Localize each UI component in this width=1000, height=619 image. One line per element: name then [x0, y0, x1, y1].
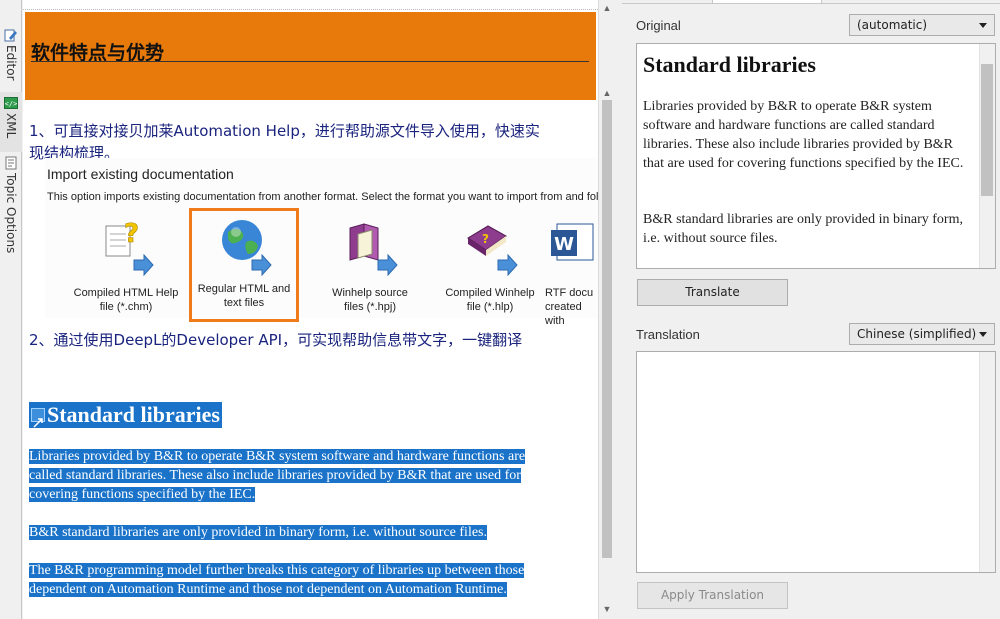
format-html-selected: Regular HTML and text files — [189, 208, 299, 322]
format-html-line1: Regular HTML and — [197, 283, 291, 295]
tab-topic-options[interactable]: Topic Options — [0, 152, 22, 253]
editor-scroll-thumb[interactable] — [602, 100, 612, 558]
feature-1-line-1: 1、可直接对接贝加莱Automation Help，进行帮助源文件导入使用，快速… — [29, 122, 540, 140]
import-title: Import existing documentation — [47, 166, 234, 182]
app-window: Editor </> XML Topic Options 软件特点与优势 1、可… — [0, 0, 1000, 619]
para3-line: The B&R programming model further breaks… — [29, 563, 525, 578]
translation-panel: Original (automatic) Standard libraries … — [622, 0, 1000, 619]
svg-text:?: ? — [482, 232, 489, 246]
original-scrollbar[interactable] — [979, 44, 995, 268]
para1-line: Libraries provided by B&R to operate B&R… — [29, 449, 526, 464]
translation-language-select[interactable]: Chinese (simplified) — [849, 323, 995, 345]
format-chm: ? Compiled HTML Help file (*.chm) — [71, 216, 181, 314]
svg-text:</>: </> — [5, 100, 18, 108]
selected-paragraph-2[interactable]: B&R standard libraries are only provided… — [29, 523, 574, 542]
format-chm-line2: file (*.chm) — [99, 301, 153, 313]
editor-scrollbar[interactable]: ▲ ▲ ▼ — [598, 0, 614, 619]
original-scroll-thumb[interactable] — [981, 64, 993, 196]
edit-icon — [4, 29, 17, 42]
chevron-down-icon — [979, 23, 987, 28]
para3-line: dependent on Automation Runtime and thos… — [29, 582, 507, 597]
tab-editor-label: Editor — [4, 45, 18, 81]
format-hpj: Winhelp source files (*.hpj) — [315, 216, 425, 314]
selected-paragraph-3[interactable]: The B&R programming model further breaks… — [29, 561, 574, 599]
format-chm-line1: Compiled HTML Help — [73, 287, 179, 299]
chevron-down-icon — [979, 332, 987, 337]
translation-textbox[interactable] — [636, 351, 996, 573]
para1-line: called standard libraries. These also in… — [29, 468, 521, 483]
scroll-up-small-icon[interactable]: ▲ — [602, 88, 612, 98]
para1-line: covering functions specified by the IEC. — [29, 487, 256, 502]
translation-language-value: Chinese (simplified) — [857, 327, 977, 341]
word-icon: W — [551, 223, 594, 261]
format-rtf-line2: created with — [545, 301, 582, 327]
import-arrow-icon — [497, 254, 518, 276]
editor-top-border — [23, 0, 598, 10]
original-label: Original — [636, 18, 681, 33]
format-rtf: W RTF docu created with — [543, 216, 598, 328]
tab-editor[interactable]: Editor — [0, 24, 22, 81]
import-arrow-icon — [377, 254, 398, 276]
format-hpj-line1: Winhelp source — [332, 287, 408, 299]
feature-2-line: 2、通过使用DeepL的Developer API，可实现帮助信息带文字，一键翻… — [29, 331, 523, 349]
original-heading: Standard libraries — [643, 52, 816, 77]
format-hpj-line2: files (*.hpj) — [344, 301, 396, 313]
import-arrow-icon — [133, 254, 154, 276]
import-arrow-icon — [251, 254, 272, 276]
selected-heading-text: Standard libraries — [47, 402, 220, 427]
scroll-up-icon[interactable]: ▲ — [602, 3, 612, 13]
svg-text:W: W — [554, 234, 574, 255]
translate-button[interactable]: Translate — [637, 279, 788, 306]
selected-paragraph-1[interactable]: Libraries provided by B&R to operate B&R… — [29, 447, 574, 504]
tab-xml[interactable]: </> XML — [0, 92, 22, 152]
scroll-down-icon[interactable]: ▼ — [602, 604, 612, 614]
xml-icon: </> — [4, 97, 18, 109]
format-hlp: ? Compiled Winhelp file (*.hlp) — [435, 216, 545, 314]
format-rtf-line1: RTF docu — [545, 287, 594, 299]
topic-link-icon — [31, 408, 45, 428]
side-tab-strip: Editor </> XML Topic Options — [0, 0, 22, 619]
tab-topic-options-label: Topic Options — [4, 173, 18, 254]
banner-divider — [31, 61, 589, 62]
topic-options-icon — [5, 156, 17, 170]
tab-xml-label: XML — [4, 113, 18, 139]
document-editor[interactable]: 软件特点与优势 1、可直接对接贝加莱Automation Help，进行帮助源文… — [23, 0, 598, 619]
apply-translation-button[interactable]: Apply Translation — [637, 582, 788, 609]
original-textbox[interactable]: Standard libraries Libraries provided by… — [636, 43, 996, 269]
selected-heading[interactable]: Standard libraries — [29, 402, 222, 428]
import-description: This option imports existing documentati… — [47, 191, 598, 203]
format-hlp-line1: Compiled Winhelp — [445, 287, 535, 299]
panel-tab[interactable] — [712, 0, 822, 4]
original-language-select[interactable]: (automatic) — [849, 14, 995, 36]
translation-label: Translation — [636, 327, 700, 342]
import-dialog-image: Import existing documentation This optio… — [45, 158, 598, 327]
translation-scrollbar[interactable] — [979, 352, 995, 572]
original-language-value: (automatic) — [857, 18, 928, 32]
orange-banner: 软件特点与优势 — [25, 12, 596, 100]
format-html-line2: text files — [223, 297, 265, 309]
para2-line: B&R standard libraries are only provided… — [29, 525, 488, 540]
original-paragraph-1: Libraries provided by B&R to operate B&R… — [643, 99, 964, 171]
format-hlp-line2: file (*.hlp) — [466, 301, 514, 313]
original-paragraph-2: B&R standard libraries are only provided… — [643, 212, 963, 246]
svg-text:?: ? — [124, 219, 139, 249]
